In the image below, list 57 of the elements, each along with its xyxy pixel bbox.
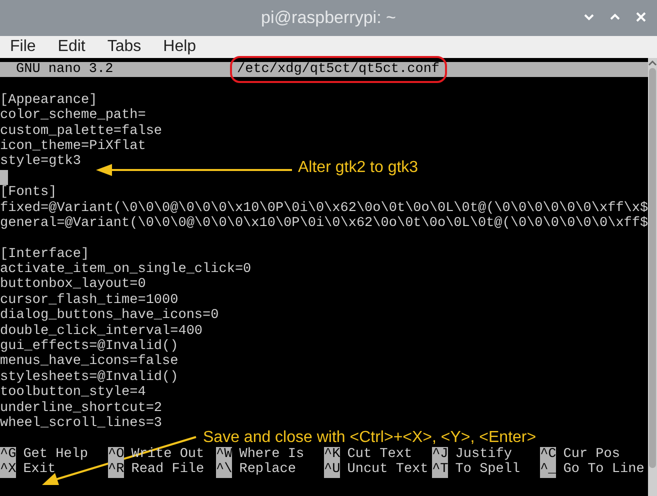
config-line: buttonbox_layout=0	[0, 277, 146, 292]
shortcut-key: ^\	[216, 462, 232, 478]
config-line: custom_palette=false	[0, 124, 162, 139]
config-line: dialog_buttons_have_icons=0	[0, 308, 219, 324]
shortcut-key: ^T	[432, 462, 448, 478]
shortcut-key: ^J	[432, 446, 448, 462]
shortcut-key: ^C	[540, 446, 556, 462]
config-line: [Fonts]	[0, 185, 57, 200]
menu-item[interactable]: Help	[155, 35, 204, 59]
shortcut-label: Where Is	[239, 446, 304, 462]
shortcut-key: ^U	[324, 462, 340, 478]
text-cursor	[0, 170, 8, 185]
config-line: fixed=@Variant(\0\0\0@\0\0\0\x10\0P\0i\0\x62\0o\0t\0o\0L\0t@(\0\0\0\0\0\0\xff\x$	[0, 200, 648, 216]
config-line: [Appearance]	[0, 92, 98, 108]
shortcut-key: ^R	[108, 462, 124, 478]
menu-item[interactable]: Edit	[50, 35, 94, 59]
window-title: pi@raspberrypi: ~	[261, 7, 396, 30]
config-line: style=gtk3	[0, 154, 82, 170]
shortcut-label: Go To Line	[563, 462, 644, 478]
shortcut-key: ^G	[0, 446, 16, 462]
menu-item[interactable]: Tabs	[99, 35, 150, 59]
shortcut-key: ^_	[540, 462, 556, 478]
annotation-text: Save and close with <Ctrl>+<X>, <Y>, <Enter>	[203, 428, 536, 447]
config-line: double_click_interval=400	[0, 324, 203, 339]
shortcut-label: Exit	[23, 462, 56, 478]
config-line: general=@Variant(\0\0\0@\0\0\0\x10\0P\0i\0\x62\0o\0t\0o\0L\0t@(\0\0\0\0\0\0\xff$	[0, 216, 648, 231]
shortcut-label: Cut Text	[347, 446, 412, 462]
shortcut-label: To Spell	[455, 462, 520, 478]
config-line: toolbutton_style=4	[0, 385, 146, 400]
shortcut-label: Replace	[239, 462, 296, 478]
config-line: icon_theme=PiXflat	[0, 138, 146, 154]
scrollbar[interactable]	[648, 58, 657, 496]
shortcut-label: Read File	[131, 462, 204, 478]
config-line: color_scheme_path=	[0, 108, 146, 124]
shortcut-label: Cur Pos	[563, 446, 620, 462]
shortcut-label: Uncut Text	[347, 462, 428, 478]
config-line: activate_item_on_single_click=0	[0, 262, 252, 278]
config-line: underline_shortcut=2	[0, 400, 162, 416]
config-line: cursor_flash_time=1000	[0, 292, 178, 308]
close-icon[interactable]	[635, 11, 647, 23]
config-line: menus_have_icons=false	[0, 354, 178, 370]
config-line: gui_effects=@Invalid()	[0, 339, 178, 354]
file-name: /etc/xdg/qt5ct/qt5ct.conf	[237, 62, 440, 77]
scroll-up-icon[interactable]	[648, 60, 657, 66]
shortcut-key: ^K	[324, 446, 340, 462]
shortcut-label: Justify	[455, 446, 512, 462]
shortcut-key: ^X	[0, 462, 16, 478]
menu-item[interactable]: File	[2, 35, 44, 59]
config-line: stylesheets=@Invalid()	[0, 370, 178, 385]
editor-version: GNU nano 3.2	[16, 62, 114, 78]
config-line: [Interface]	[0, 246, 90, 262]
shortcut-key: ^W	[216, 446, 232, 462]
shortcut-key: ^O	[108, 446, 124, 462]
config-line: wheel_scroll_lines=3	[0, 416, 162, 431]
shortcut-label: Get Help	[23, 446, 88, 462]
scrollbar-thumb[interactable]	[649, 68, 656, 468]
annotation-text: Alter gtk2 to gtk3	[298, 158, 418, 178]
